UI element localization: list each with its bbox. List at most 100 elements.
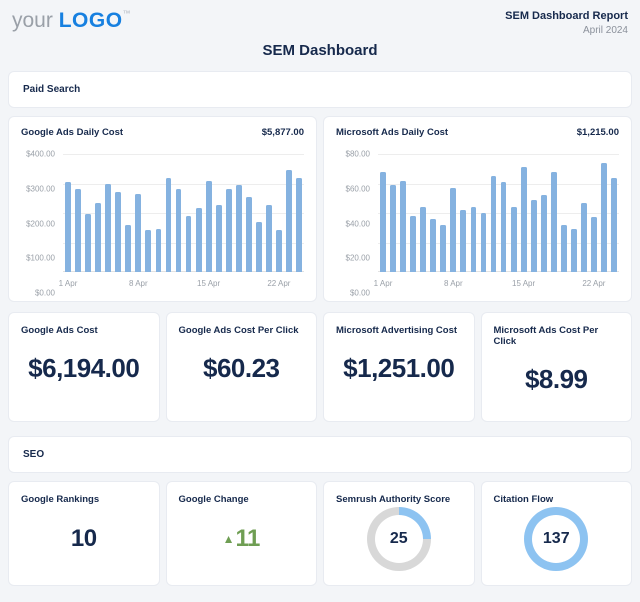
bars <box>378 154 619 272</box>
report-period: April 2024 <box>505 25 628 36</box>
chart-total: $5,877.00 <box>262 127 304 138</box>
bar-slot <box>174 154 184 272</box>
bar-10 Apr <box>471 207 477 272</box>
bar-slot <box>589 154 599 272</box>
google-rankings-card: Google Rankings 10 <box>8 481 160 586</box>
bar-1 Apr <box>65 182 71 272</box>
google-ads-daily-cost-chart: $400.00$300.00$200.00$100.00$0.001 Apr8 … <box>21 154 304 293</box>
y-tick-label: $200.00 <box>26 219 55 228</box>
bar-16 Apr <box>531 200 537 272</box>
bar-8 Apr <box>450 188 456 272</box>
chart-body: $400.00$300.00$200.00$100.00$0.001 Apr8 … <box>21 154 304 293</box>
seo-card-label: Google Change <box>179 494 305 505</box>
seo-card-label: Semrush Authority Score <box>336 494 462 505</box>
report-header: your LOGO™ SEM Dashboard Report April 20… <box>8 6 632 36</box>
bar-17 Apr <box>226 189 232 272</box>
seo-card-label: Citation Flow <box>494 494 620 505</box>
bar-slot <box>63 154 73 272</box>
seo-row: Google Rankings 10 Google Change ▲ 11 Se… <box>8 481 632 586</box>
bar-slot <box>244 154 254 272</box>
seo-card-content: 137 <box>494 505 620 573</box>
y-tick-label: $300.00 <box>26 184 55 193</box>
google-rankings-value: 10 <box>71 525 97 553</box>
bar-20 Apr <box>256 222 262 272</box>
bar-6 Apr <box>430 219 436 272</box>
authority-score-donut-chart: 25 <box>367 507 431 571</box>
chart-header: Microsoft Ads Daily Cost $1,215.00 <box>336 127 619 138</box>
bar-14 Apr <box>196 208 202 272</box>
donut-hole: 137 <box>532 515 580 563</box>
google-ads-daily-cost-card: Google Ads Daily Cost $5,877.00 $400.00$… <box>8 116 317 302</box>
bar-slot <box>408 154 418 272</box>
chart-title: Google Ads Daily Cost <box>21 127 123 138</box>
bar-slot <box>609 154 619 272</box>
bar-slot <box>83 154 93 272</box>
semrush-authority-score-card: Semrush Authority Score 25 <box>323 481 475 586</box>
citation-flow-value: 137 <box>543 530 570 548</box>
x-tick-label: 8 Apr <box>444 279 463 288</box>
y-tick-label: $80.00 <box>346 150 370 159</box>
citation-flow-donut-chart: 137 <box>524 507 588 571</box>
report-meta: SEM Dashboard Report April 2024 <box>505 10 628 36</box>
bar-5 Apr <box>105 184 111 272</box>
bar-slot <box>294 154 304 272</box>
bar-slot <box>103 154 113 272</box>
y-tick-label: $20.00 <box>346 254 370 263</box>
x-tick-label: 8 Apr <box>129 279 148 288</box>
bar-11 Apr <box>166 178 172 272</box>
bar-4 Apr <box>95 203 101 272</box>
bar-slot <box>204 154 214 272</box>
bar-7 Apr <box>125 225 131 272</box>
bars <box>63 154 304 272</box>
page-title: SEM Dashboard <box>8 42 632 59</box>
bar-slot <box>234 154 244 272</box>
bar-slot <box>388 154 398 272</box>
bar-15 Apr <box>521 167 527 272</box>
bar-slot <box>224 154 234 272</box>
seo-card-content: 25 <box>336 505 462 573</box>
bar-14 Apr <box>511 207 517 272</box>
y-axis: $80.00$60.00$40.00$20.00$0.00 <box>336 154 378 293</box>
bar-18 Apr <box>236 185 242 272</box>
seo-card-content: ▲ 11 <box>179 505 305 573</box>
bar-slot <box>478 154 488 272</box>
bar-slot <box>113 154 123 272</box>
bar-8 Apr <box>135 194 141 272</box>
bar-slot <box>468 154 478 272</box>
microsoft-ads-daily-cost-chart: $80.00$60.00$40.00$20.00$0.001 Apr8 Apr1… <box>336 154 619 293</box>
y-tick-label: $100.00 <box>26 254 55 263</box>
bar-9 Apr <box>460 210 466 272</box>
y-axis: $400.00$300.00$200.00$100.00$0.00 <box>21 154 63 293</box>
bar-slot <box>214 154 224 272</box>
bar-slot <box>418 154 428 272</box>
citation-flow-card: Citation Flow 137 <box>481 481 633 586</box>
kpi-value: $1,251.00 <box>336 353 462 384</box>
bar-slot <box>153 154 163 272</box>
x-tick-label: 1 Apr <box>374 279 393 288</box>
bar-slot <box>378 154 388 272</box>
bar-slot <box>163 154 173 272</box>
kpi-value: $8.99 <box>494 364 620 395</box>
bar-23 Apr <box>286 170 292 272</box>
bar-19 Apr <box>246 197 252 272</box>
section-paid-search: Paid Search <box>8 71 632 108</box>
bar-22 Apr <box>276 230 282 272</box>
bar-15 Apr <box>206 181 212 272</box>
bar-4 Apr <box>410 216 416 272</box>
x-axis: 1 Apr8 Apr15 Apr22 Apr <box>63 279 304 293</box>
bar-3 Apr <box>85 214 91 272</box>
report-page: your LOGO™ SEM Dashboard Report April 20… <box>0 0 640 602</box>
bar-slot <box>284 154 294 272</box>
bar-slot <box>93 154 103 272</box>
up-triangle-icon: ▲ <box>223 533 235 545</box>
bar-24 Apr <box>611 178 617 272</box>
x-tick-label: 22 Apr <box>267 279 290 288</box>
bar-23 Apr <box>601 163 607 272</box>
kpi-label: Google Ads Cost <box>21 325 147 336</box>
bar-1 Apr <box>380 172 386 272</box>
bar-9 Apr <box>145 230 151 272</box>
google-change-card: Google Change ▲ 11 <box>166 481 318 586</box>
plot <box>378 154 619 272</box>
section-seo: SEO <box>8 436 632 473</box>
bar-10 Apr <box>156 229 162 272</box>
